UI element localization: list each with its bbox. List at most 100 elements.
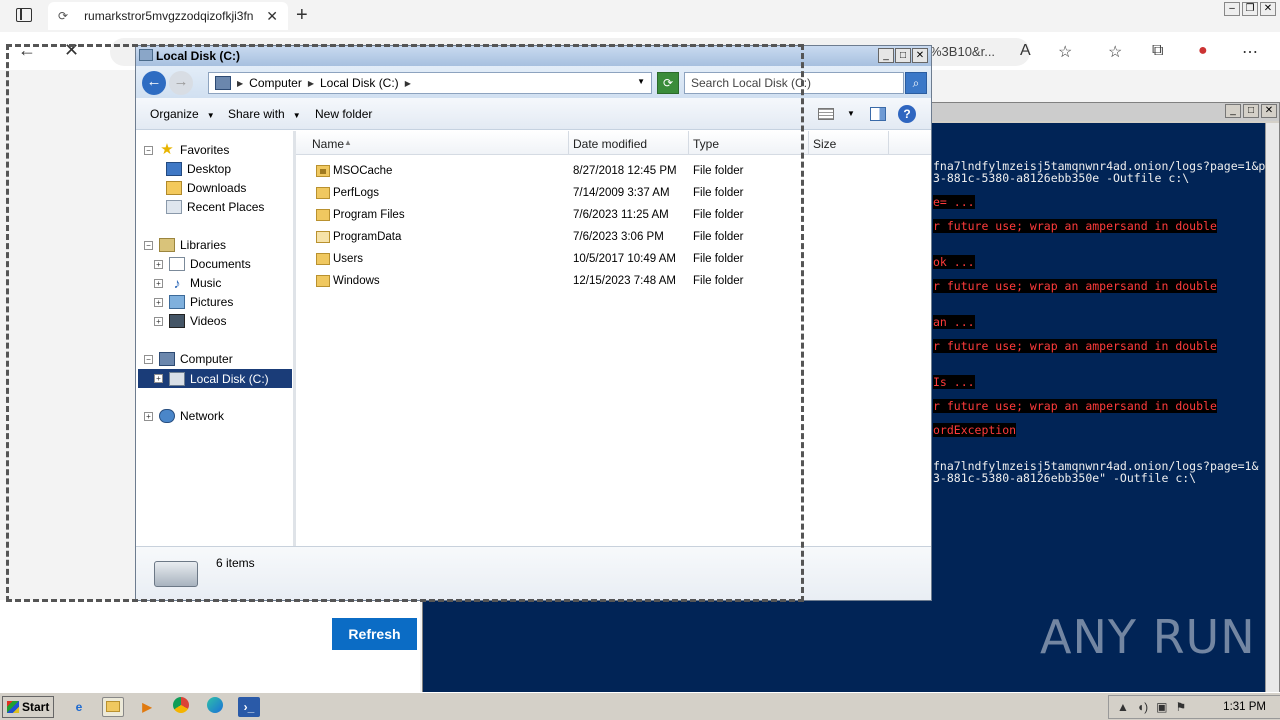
tree-favorites[interactable]: − ★ Favorites <box>144 142 229 157</box>
expand-icon[interactable]: + <box>154 278 163 288</box>
file-row[interactable]: ProgramData 7/6/2023 3:06 PM File folder <box>296 227 806 249</box>
ps-close-button[interactable]: ✕ <box>1261 104 1277 118</box>
loading-icon: ⟳ <box>58 9 69 23</box>
collections-icon[interactable]: ⧉ <box>1152 42 1163 60</box>
chrome-icon[interactable] <box>170 697 192 717</box>
column-divider[interactable] <box>568 131 569 155</box>
tree-pictures[interactable]: + Pictures <box>154 295 233 309</box>
tab-actions-icon[interactable] <box>16 8 32 22</box>
search-icon[interactable]: ⌕ <box>905 72 927 94</box>
file-row[interactable]: PerfLogs 7/14/2009 3:37 AM File folder <box>296 183 806 205</box>
tree-music[interactable]: + ♪ Music <box>154 276 221 290</box>
file-name: Program Files <box>333 209 405 221</box>
help-icon[interactable]: ? <box>898 105 916 123</box>
column-type[interactable]: Type <box>693 137 719 151</box>
tree-documents[interactable]: + Documents <box>154 257 251 271</box>
folder-icon <box>316 253 330 265</box>
column-divider[interactable] <box>688 131 689 155</box>
console-error-line: r future use; wrap an ampersand in doubl… <box>933 399 1217 413</box>
tree-desktop[interactable]: Desktop <box>166 162 231 176</box>
chevron-right-icon[interactable]: ▶ <box>237 79 243 88</box>
change-view-icon[interactable] <box>818 108 834 120</box>
new-folder-button[interactable]: New folder <box>315 107 372 121</box>
refresh-icon[interactable]: ⟳ <box>657 72 679 94</box>
column-name[interactable]: Name <box>312 137 344 151</box>
favorites-icon[interactable]: ☆ <box>1108 42 1122 62</box>
collapse-icon[interactable]: − <box>144 354 153 364</box>
tree-local-disk[interactable]: + Local Disk (C:) <box>138 369 292 388</box>
tree-libraries[interactable]: − Libraries <box>144 238 226 252</box>
console-error-line: r future use; wrap an ampersand in doubl… <box>933 279 1217 293</box>
explorer-titlebar[interactable]: Local Disk (C:) _ □ ✕ <box>136 46 931 66</box>
expand-icon[interactable]: + <box>154 297 163 307</box>
preview-pane-icon[interactable] <box>870 107 886 121</box>
tree-downloads[interactable]: Downloads <box>166 181 246 195</box>
share-with-button[interactable]: Share with ▼ <box>228 107 301 121</box>
expand-icon[interactable]: + <box>144 411 153 421</box>
forward-button[interactable]: → <box>169 71 193 95</box>
breadcrumb-computer[interactable]: Computer <box>249 76 302 90</box>
flag-icon[interactable]: ⚑ <box>1175 700 1186 714</box>
chevron-right-icon[interactable]: ▶ <box>308 79 314 88</box>
internet-explorer-icon[interactable]: e <box>68 697 90 717</box>
organize-button[interactable]: Organize ▼ <box>150 107 215 121</box>
column-size[interactable]: Size <box>813 137 836 151</box>
file-row[interactable]: Program Files 7/6/2023 11:25 AM File fol… <box>296 205 806 227</box>
profile-icon[interactable]: ● <box>1198 42 1208 60</box>
more-menu-icon[interactable]: ⋯ <box>1242 42 1258 62</box>
explorer-maximize-button[interactable]: □ <box>895 48 911 63</box>
expand-icon[interactable]: + <box>154 374 163 383</box>
expand-icon[interactable]: + <box>154 316 163 326</box>
edge-icon[interactable] <box>204 697 226 717</box>
column-date-modified[interactable]: Date modified <box>573 137 647 151</box>
column-divider[interactable] <box>808 131 809 155</box>
address-breadcrumb[interactable]: ▶ Computer ▶ Local Disk (C:) ▶ ▼ <box>208 72 652 94</box>
show-hidden-icons-icon[interactable]: ▲ <box>1117 700 1129 714</box>
file-row[interactable]: Windows 12/15/2023 7:48 AM File folder <box>296 271 806 293</box>
stop-icon[interactable]: ✕ <box>64 40 79 61</box>
explorer-minimize-button[interactable]: _ <box>878 48 894 63</box>
chevron-down-icon[interactable]: ▼ <box>847 109 855 118</box>
media-player-icon[interactable]: ▶ <box>136 697 158 717</box>
start-label: Start <box>22 700 50 714</box>
collapse-icon[interactable]: − <box>144 240 153 250</box>
powershell-icon[interactable]: ›_ <box>238 697 260 717</box>
chevron-right-icon[interactable]: ▶ <box>405 79 411 88</box>
explorer-taskbar-icon[interactable] <box>102 697 124 717</box>
close-tab-icon[interactable]: ✕ <box>266 8 278 25</box>
browser-tab[interactable]: ⟳ rumarkstror5mvgzzodqizofkji3fn ✕ <box>48 2 288 30</box>
close-window-button[interactable]: ✕ <box>1260 2 1276 16</box>
tree-network[interactable]: + Network <box>144 409 224 423</box>
minimize-button[interactable]: – <box>1224 2 1240 16</box>
file-type: File folder <box>693 231 744 243</box>
add-favorite-icon[interactable]: ☆ <box>1058 42 1072 62</box>
column-divider[interactable] <box>888 131 889 155</box>
volume-icon[interactable]: ◖) <box>1137 700 1148 714</box>
refresh-button[interactable]: Refresh <box>332 618 417 650</box>
network-tray-icon[interactable]: ▣ <box>1156 700 1167 714</box>
console-error-line: an ... <box>933 315 975 329</box>
expand-icon[interactable]: + <box>154 259 163 269</box>
back-button[interactable]: ← <box>142 71 166 95</box>
ps-maximize-button[interactable]: □ <box>1243 104 1259 118</box>
item-count: 6 items <box>216 556 255 570</box>
tree-recent-places[interactable]: Recent Places <box>166 200 264 214</box>
collapse-icon[interactable]: − <box>144 145 153 155</box>
powershell-scrollbar[interactable] <box>1265 123 1279 693</box>
new-tab-button[interactable]: + <box>296 4 308 27</box>
tree-videos[interactable]: + Videos <box>154 314 226 328</box>
file-row[interactable]: MSOCache 8/27/2018 12:45 PM File folder <box>296 161 806 183</box>
clock[interactable]: 1:31 PM <box>1223 701 1266 713</box>
console-error-line: r future use; wrap an ampersand in doubl… <box>933 339 1217 353</box>
back-icon[interactable]: ← <box>18 40 36 61</box>
file-row[interactable]: Users 10/5/2017 10:49 AM File folder <box>296 249 806 271</box>
read-aloud-icon[interactable]: A <box>1020 42 1031 60</box>
ps-minimize-button[interactable]: _ <box>1225 104 1241 118</box>
explorer-close-button[interactable]: ✕ <box>912 48 928 63</box>
search-input[interactable]: Search Local Disk (C:) <box>684 72 904 94</box>
tree-computer[interactable]: − Computer <box>144 352 233 366</box>
start-button[interactable]: Start <box>2 696 54 718</box>
chevron-down-icon[interactable]: ▼ <box>637 77 645 86</box>
breadcrumb-local-disk[interactable]: Local Disk (C:) <box>320 76 399 90</box>
restore-button[interactable]: ❐ <box>1242 2 1258 16</box>
